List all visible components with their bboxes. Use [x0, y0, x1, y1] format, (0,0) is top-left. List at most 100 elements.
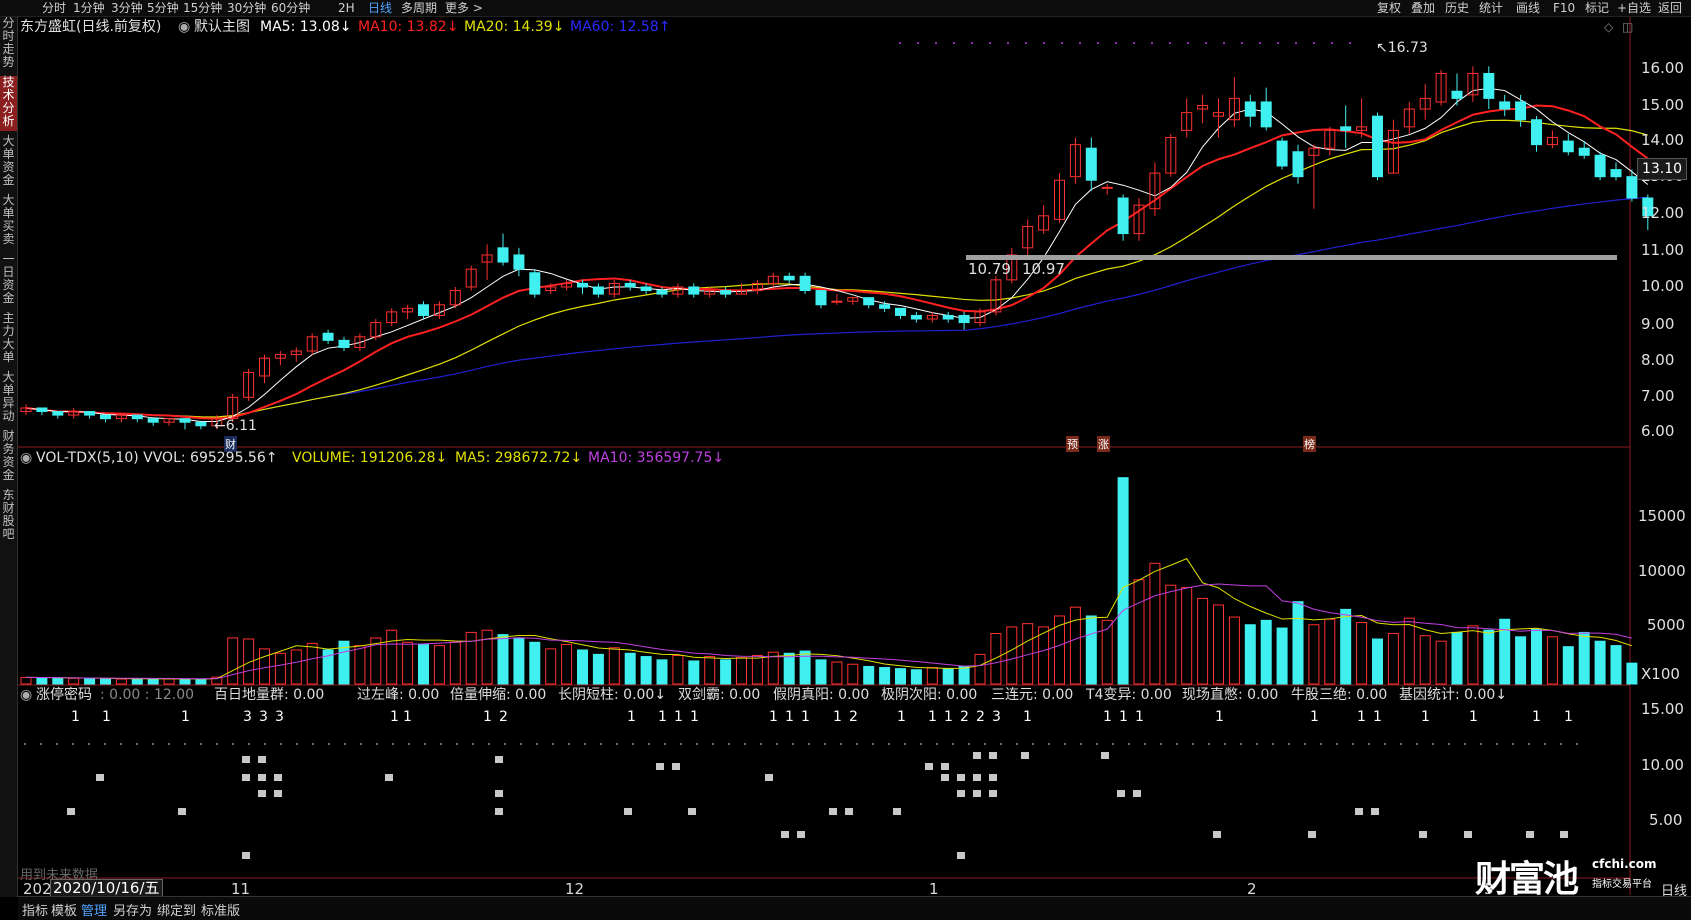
- signal-mark: [242, 756, 250, 763]
- zhang-marker[interactable]: 涨: [1097, 436, 1110, 452]
- tab-template[interactable]: 模板: [51, 900, 77, 919]
- baseline-dot: [152, 743, 154, 745]
- candle-body: [1372, 115, 1383, 178]
- candle-body: [1085, 147, 1097, 181]
- baseline-dot: [56, 743, 58, 745]
- volume-bar: [656, 659, 668, 685]
- baseline-dot: [1240, 743, 1242, 745]
- candle-body: [147, 418, 159, 423]
- volume-bar: [958, 665, 970, 685]
- signal-mark: [258, 790, 266, 797]
- baseline-dot: [584, 743, 586, 745]
- candle-body: [322, 332, 334, 341]
- ind-tick: 5.00: [1649, 811, 1683, 829]
- volume-bar: [1165, 584, 1177, 685]
- baseline-dot: [632, 743, 634, 745]
- signal-count: 3: [275, 709, 284, 725]
- volume-bar: [1515, 636, 1527, 685]
- volume-bar: [131, 678, 143, 685]
- volume-bar: [1006, 626, 1018, 685]
- baseline-dot: [424, 743, 426, 745]
- signal-mark: [957, 774, 965, 781]
- bang-marker[interactable]: 榜: [1303, 436, 1316, 452]
- candle-body: [1292, 151, 1304, 178]
- signal-mark: [495, 756, 503, 763]
- volume-bar: [545, 648, 557, 685]
- baseline-dot: [488, 743, 490, 745]
- volume-bar: [1069, 606, 1081, 685]
- candle-body: [1340, 126, 1352, 131]
- volume-bar: [1531, 628, 1542, 685]
- volume-bar: [1451, 631, 1463, 685]
- signal-count: 1: [1357, 709, 1366, 725]
- baseline-dot: [1096, 743, 1098, 745]
- signal-count: 1: [1564, 709, 1573, 725]
- tab-indicator[interactable]: 指标: [22, 900, 48, 919]
- signal-mark: [274, 790, 282, 797]
- volume-bar: [290, 649, 302, 685]
- price-tick: 15.00: [1641, 96, 1684, 114]
- baseline-dot: [472, 743, 474, 745]
- volume-bar: [100, 678, 111, 685]
- signal-mark: [845, 808, 853, 815]
- vol-ma5-label: MA5: 298672.72↓: [455, 450, 583, 466]
- signal-mark: [781, 831, 789, 838]
- baseline-dot: [664, 743, 666, 745]
- baseline-dot: [1000, 743, 1002, 745]
- baseline-dot: [328, 743, 330, 745]
- vol-toggle-icon[interactable]: ◉: [20, 449, 32, 467]
- volume-bar: [513, 637, 525, 685]
- tab-bind-to[interactable]: 绑定到: [157, 900, 196, 919]
- candle-body: [1626, 176, 1638, 199]
- vol-indicator-name: VOL-TDX(5,10) VVOL: 695295.56↑: [36, 450, 278, 466]
- price-tick: 10.00: [1641, 277, 1684, 295]
- tab-save-as[interactable]: 另存为: [113, 900, 152, 919]
- volume-bar: [52, 677, 64, 685]
- signal-count: 1: [181, 709, 190, 725]
- baseline-dot: [296, 743, 298, 745]
- ind-item: 长阴短柱: 0.00↓: [558, 687, 667, 703]
- candle-body: [783, 275, 795, 281]
- volume-bar: [20, 676, 32, 685]
- volume-bar: [402, 641, 414, 685]
- baseline-dot: [1560, 743, 1562, 745]
- baseline-dot: [136, 743, 138, 745]
- support-label-a: 10.79: [968, 260, 1011, 278]
- signal-mark: [1117, 790, 1125, 797]
- signal-dot: [1079, 42, 1081, 44]
- volume-bar: [895, 668, 906, 685]
- volume-bar: [942, 668, 954, 685]
- tab-manage[interactable]: 管理: [81, 900, 107, 919]
- volume-bar: [1419, 635, 1431, 685]
- baseline-dot: [184, 743, 186, 745]
- baseline-dot: [984, 743, 986, 745]
- signal-count: 1: [690, 709, 699, 725]
- ind-toggle-icon[interactable]: ◉: [20, 686, 32, 704]
- candle-body: [1610, 169, 1622, 178]
- ind-item: 过左峰: 0.00: [357, 687, 440, 703]
- volume-bar: [1594, 640, 1606, 685]
- baseline-dot: [1320, 743, 1322, 745]
- yu-marker[interactable]: 预: [1066, 436, 1079, 452]
- tab-standard[interactable]: 标准版: [201, 900, 240, 919]
- signal-dot: [1187, 42, 1189, 44]
- price-tick: 9.00: [1641, 315, 1675, 333]
- signal-count: 1: [1135, 709, 1144, 725]
- volume-bar: [1181, 586, 1193, 685]
- baseline-dot: [1032, 743, 1034, 745]
- volume-bar: [1085, 615, 1097, 685]
- baseline-dot: [1192, 743, 1194, 745]
- ind-item: 倍量伸缩: 0.00: [450, 687, 547, 703]
- baseline-dot: [1432, 743, 1434, 745]
- volume-bar: [529, 641, 541, 685]
- volume-bar: [306, 642, 318, 685]
- candle-body: [1101, 186, 1113, 189]
- signal-dot: [1169, 42, 1171, 44]
- baseline-dot: [1160, 743, 1162, 745]
- signal-mark: [96, 774, 104, 781]
- volume-bar: [1340, 608, 1352, 685]
- signal-dot: [1241, 42, 1243, 44]
- signal-dot: [1115, 42, 1117, 44]
- baseline-dot: [1480, 743, 1482, 745]
- volume-bar: [990, 633, 1002, 685]
